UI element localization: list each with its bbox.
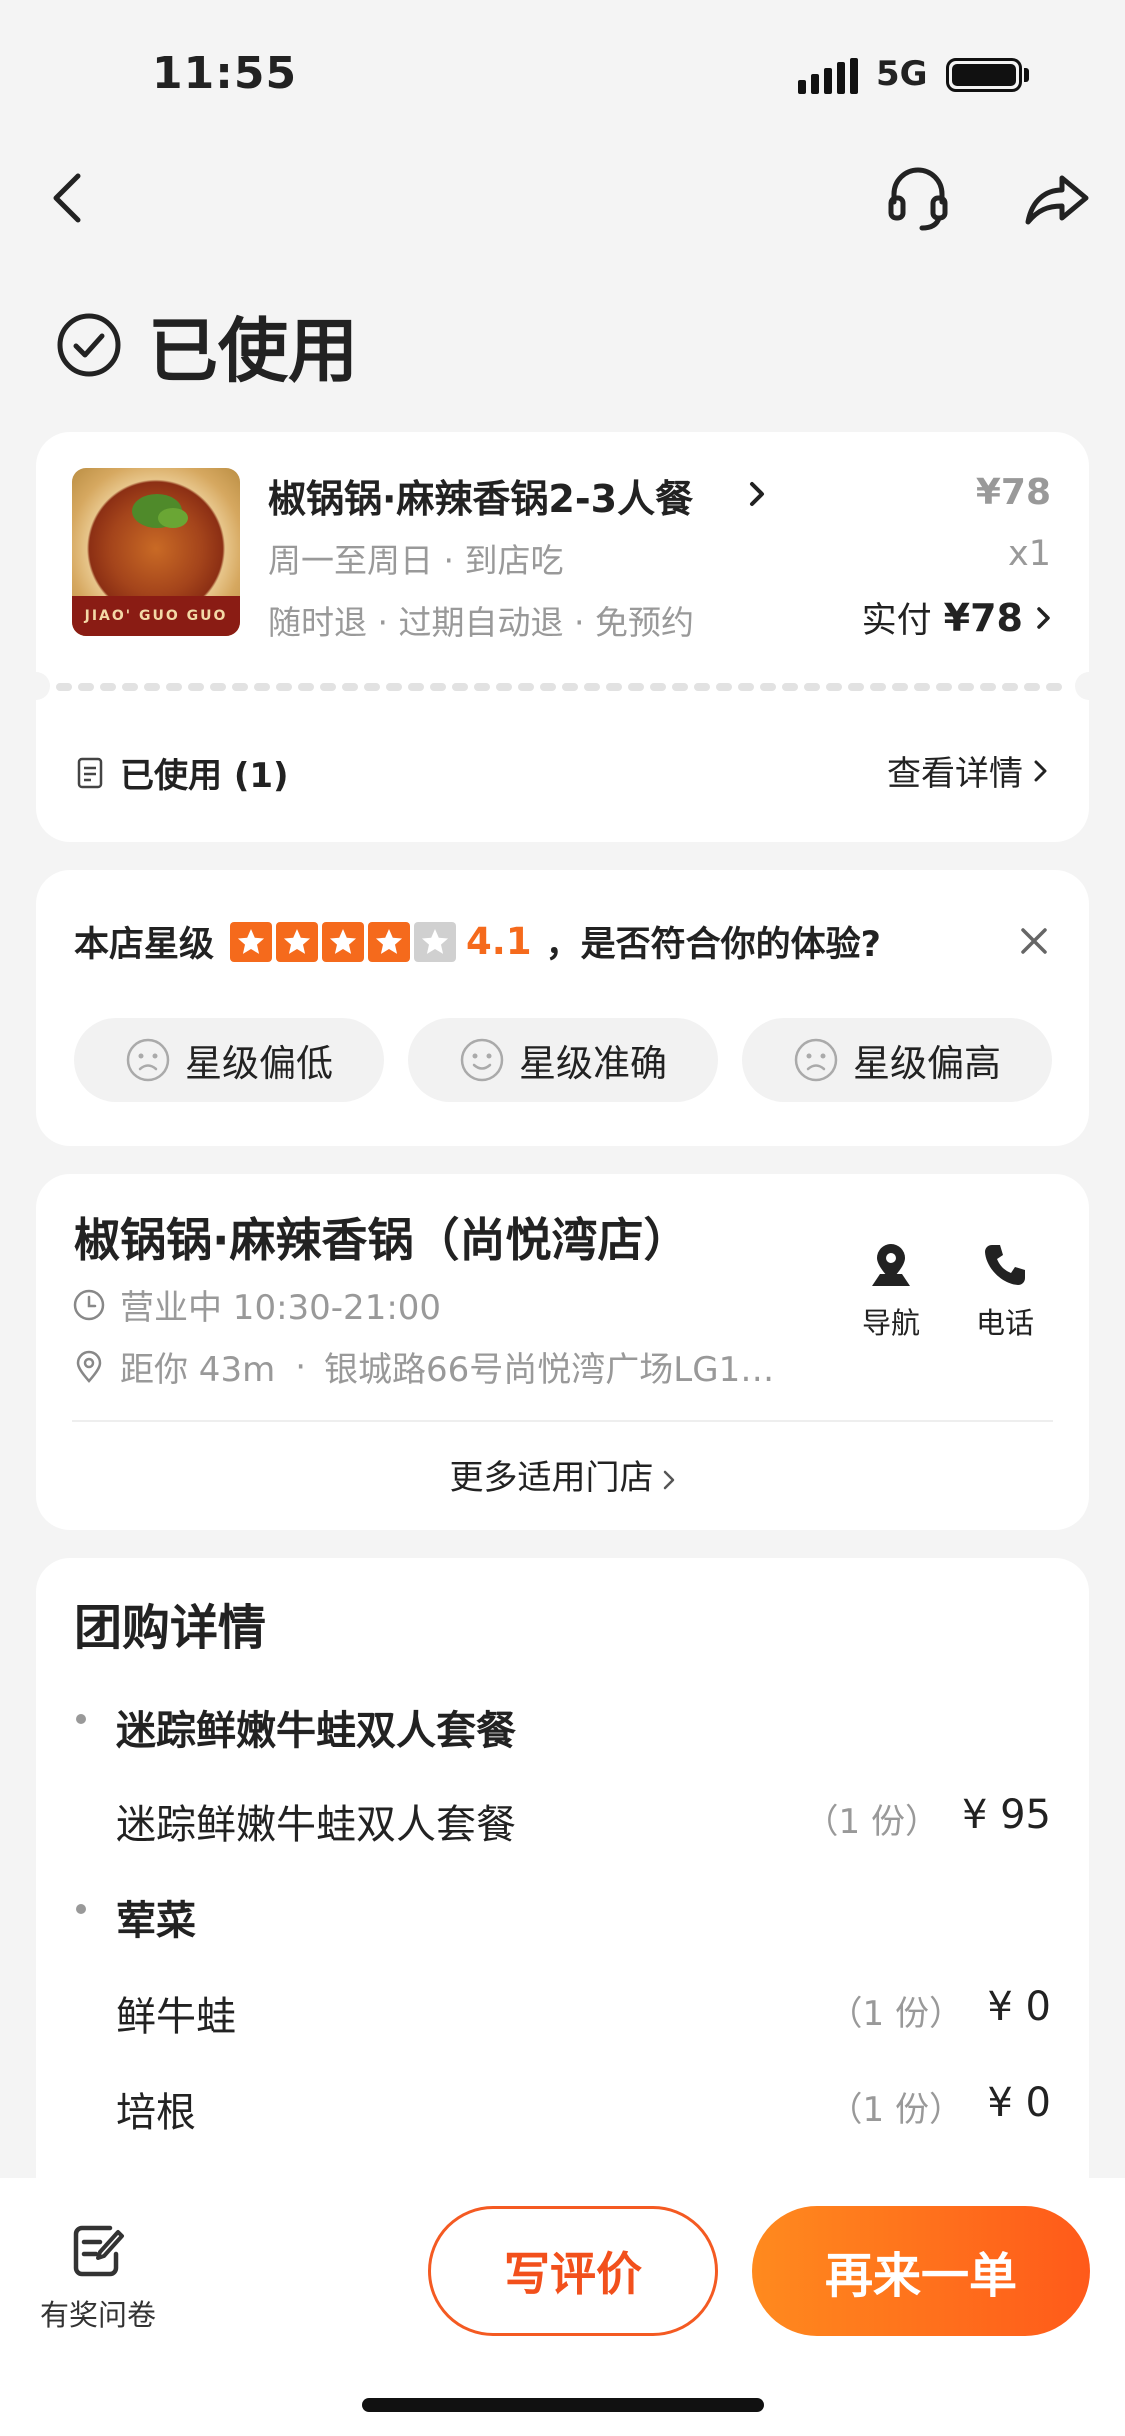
shop-hours-text: 营业中 10:30-21:00 bbox=[120, 1288, 442, 1328]
used-count-label: 已使用 (1) bbox=[120, 756, 289, 796]
used-status: 已使用 (1) bbox=[76, 748, 289, 797]
separator-dot: · bbox=[295, 1346, 307, 1387]
customer-service-icon[interactable] bbox=[886, 162, 950, 232]
status-time: 11:55 bbox=[152, 48, 298, 99]
item-name: 培根 bbox=[116, 2090, 196, 2136]
rating-option-label: 星级偏低 bbox=[185, 1042, 333, 1085]
item-category: 荤菜 bbox=[116, 1898, 196, 1944]
chevron-right-icon bbox=[750, 482, 764, 506]
view-details-link[interactable]: 查看详情 bbox=[887, 746, 1049, 795]
shop-address-text: 银城路66号尚悦湾广场LG1层-10号 bbox=[324, 1350, 788, 1390]
chevron-right-icon bbox=[663, 1470, 674, 1489]
item-name: 鲜牛蛙 bbox=[116, 1994, 236, 2040]
view-details-label: 查看详情 bbox=[887, 754, 1023, 794]
item-quantity: （1 份） bbox=[828, 2090, 963, 2130]
shop-address: 距你 43m · 银城路66号尚悦湾广场LG1层-10号 bbox=[72, 1342, 788, 1391]
signal-icon bbox=[798, 58, 858, 94]
page-header: 已使用 bbox=[56, 300, 358, 392]
item-quantity: （1 份） bbox=[804, 1802, 939, 1842]
list-item: 培根 （1 份） ¥ 0 bbox=[36, 2074, 1089, 2136]
rating-option-label: 星级偏高 bbox=[853, 1042, 1001, 1085]
reorder-button[interactable]: 再来一单 bbox=[752, 2206, 1090, 2336]
network-label: 5G bbox=[876, 54, 928, 94]
home-indicator bbox=[362, 2398, 764, 2412]
list-item: 鲜牛蛙 （1 份） ¥ 0 bbox=[36, 1978, 1089, 2040]
page-title: 已使用 bbox=[148, 309, 358, 392]
list-item: 迷踪鲜嫩牛蛙双人套餐 （1 份） ¥ 95 bbox=[36, 1786, 1089, 1848]
rating-options: 星级偏低 星级准确 星级偏高 bbox=[74, 1018, 1052, 1102]
rating-question: ，是否符合你的体验? bbox=[545, 925, 881, 965]
star-empty-icon bbox=[414, 921, 457, 962]
call-label: 电话 bbox=[975, 1306, 1034, 1340]
star-filled-icon bbox=[322, 921, 365, 962]
check-circle-icon bbox=[57, 313, 121, 377]
order-schedule: 周一至周日 · 到店吃 bbox=[268, 541, 564, 580]
close-icon[interactable] bbox=[1019, 926, 1049, 956]
survey-edit-icon bbox=[73, 2225, 124, 2277]
order-paid[interactable]: 实付 ¥78 bbox=[862, 592, 1053, 643]
order-quantity: x1 bbox=[1008, 534, 1051, 574]
item-price: ¥ 0 bbox=[987, 2080, 1051, 2126]
navigate-label: 导航 bbox=[861, 1306, 920, 1340]
star-filled-icon bbox=[368, 921, 411, 962]
paid-label: 实付 bbox=[861, 601, 932, 641]
survey-button[interactable]: 有奖问卷 bbox=[30, 2222, 166, 2334]
survey-label: 有奖问卷 bbox=[39, 2298, 156, 2332]
list-item: 荤菜 bbox=[36, 1882, 1089, 1944]
shop-distance: 距你 43m bbox=[120, 1350, 276, 1390]
chevron-right-icon bbox=[1034, 760, 1047, 781]
order-price: ¥78 bbox=[975, 472, 1051, 513]
rating-card: 本店星级 4.1 ，是否符合你的体验? 星级偏低 星级准确 星级偏高 bbox=[36, 870, 1089, 1146]
bullet-dot bbox=[76, 1714, 86, 1724]
item-quantity: （1 份） bbox=[828, 1994, 963, 2034]
order-policies: 随时退 · 过期自动退 · 免预约 bbox=[268, 603, 694, 642]
sad-face-icon bbox=[126, 1038, 170, 1082]
rating-option-low[interactable]: 星级偏低 bbox=[74, 1018, 384, 1102]
sad-face-icon bbox=[794, 1038, 838, 1082]
rating-option-label: 星级准确 bbox=[519, 1042, 667, 1085]
shop-hours: 营业中 10:30-21:00 bbox=[72, 1280, 441, 1329]
clock-icon bbox=[73, 1289, 105, 1320]
group-detail-title: 团购详情 bbox=[74, 1600, 267, 1656]
more-stores-label: 更多适用门店 bbox=[449, 1458, 654, 1498]
rating-option-high[interactable]: 星级偏高 bbox=[742, 1018, 1052, 1102]
navigate-button[interactable]: 导航 bbox=[846, 1240, 936, 1342]
order-card[interactable]: JIAO' GUO GUO 椒锅锅·麻辣香锅2-3人餐 周一至周日 · 到店吃 … bbox=[22, 432, 1103, 842]
phone-icon bbox=[985, 1245, 1025, 1285]
shop-name[interactable]: 椒锅锅·麻辣香锅（尚悦湾店） bbox=[74, 1204, 689, 1270]
item-price: ¥ 95 bbox=[961, 1792, 1051, 1838]
smile-face-icon bbox=[460, 1038, 504, 1082]
star-filled-icon bbox=[276, 921, 319, 962]
more-stores-link[interactable]: 更多适用门店 bbox=[36, 1450, 1089, 1499]
divider bbox=[72, 1420, 1053, 1422]
item-category: 迷踪鲜嫩牛蛙双人套餐 bbox=[116, 1708, 516, 1754]
food-image-text: JIAO' GUO GUO bbox=[72, 596, 240, 636]
write-review-button[interactable]: 写评价 bbox=[428, 2206, 718, 2336]
shop-card: 椒锅锅·麻辣香锅（尚悦湾店） 营业中 10:30-21:00 距你 43m · … bbox=[36, 1174, 1089, 1530]
perforation-divider bbox=[56, 683, 1070, 691]
list-item: 迷踪鲜嫩牛蛙双人套餐 bbox=[36, 1692, 1089, 1754]
navigation-icon bbox=[872, 1244, 910, 1286]
star-filled-icon bbox=[230, 921, 273, 962]
status-bar: 11:55 5G bbox=[0, 0, 1125, 150]
item-price: ¥ 0 bbox=[987, 1984, 1051, 2030]
back-icon[interactable] bbox=[44, 166, 92, 230]
rating-row: 本店星级 4.1 ，是否符合你的体验? bbox=[74, 916, 881, 967]
voucher-icon bbox=[77, 757, 103, 788]
rating-score: 4.1 bbox=[466, 920, 532, 963]
battery-cap bbox=[1024, 68, 1029, 82]
paid-amount: ¥78 bbox=[943, 595, 1023, 640]
star-rating bbox=[230, 921, 457, 962]
battery-icon bbox=[946, 58, 1022, 92]
food-image: JIAO' GUO GUO bbox=[72, 468, 240, 636]
chevron-right-icon bbox=[1037, 606, 1050, 629]
call-button[interactable]: 电话 bbox=[960, 1240, 1050, 1342]
rating-label: 本店星级 bbox=[74, 925, 215, 965]
item-name: 迷踪鲜嫩牛蛙双人套餐 bbox=[116, 1802, 516, 1848]
location-pin-icon bbox=[76, 1350, 102, 1383]
share-icon[interactable] bbox=[1022, 166, 1092, 230]
rating-option-accurate[interactable]: 星级准确 bbox=[408, 1018, 718, 1102]
order-product-name[interactable]: 椒锅锅·麻辣香锅2-3人餐 bbox=[268, 468, 693, 523]
bullet-dot bbox=[76, 1904, 86, 1914]
